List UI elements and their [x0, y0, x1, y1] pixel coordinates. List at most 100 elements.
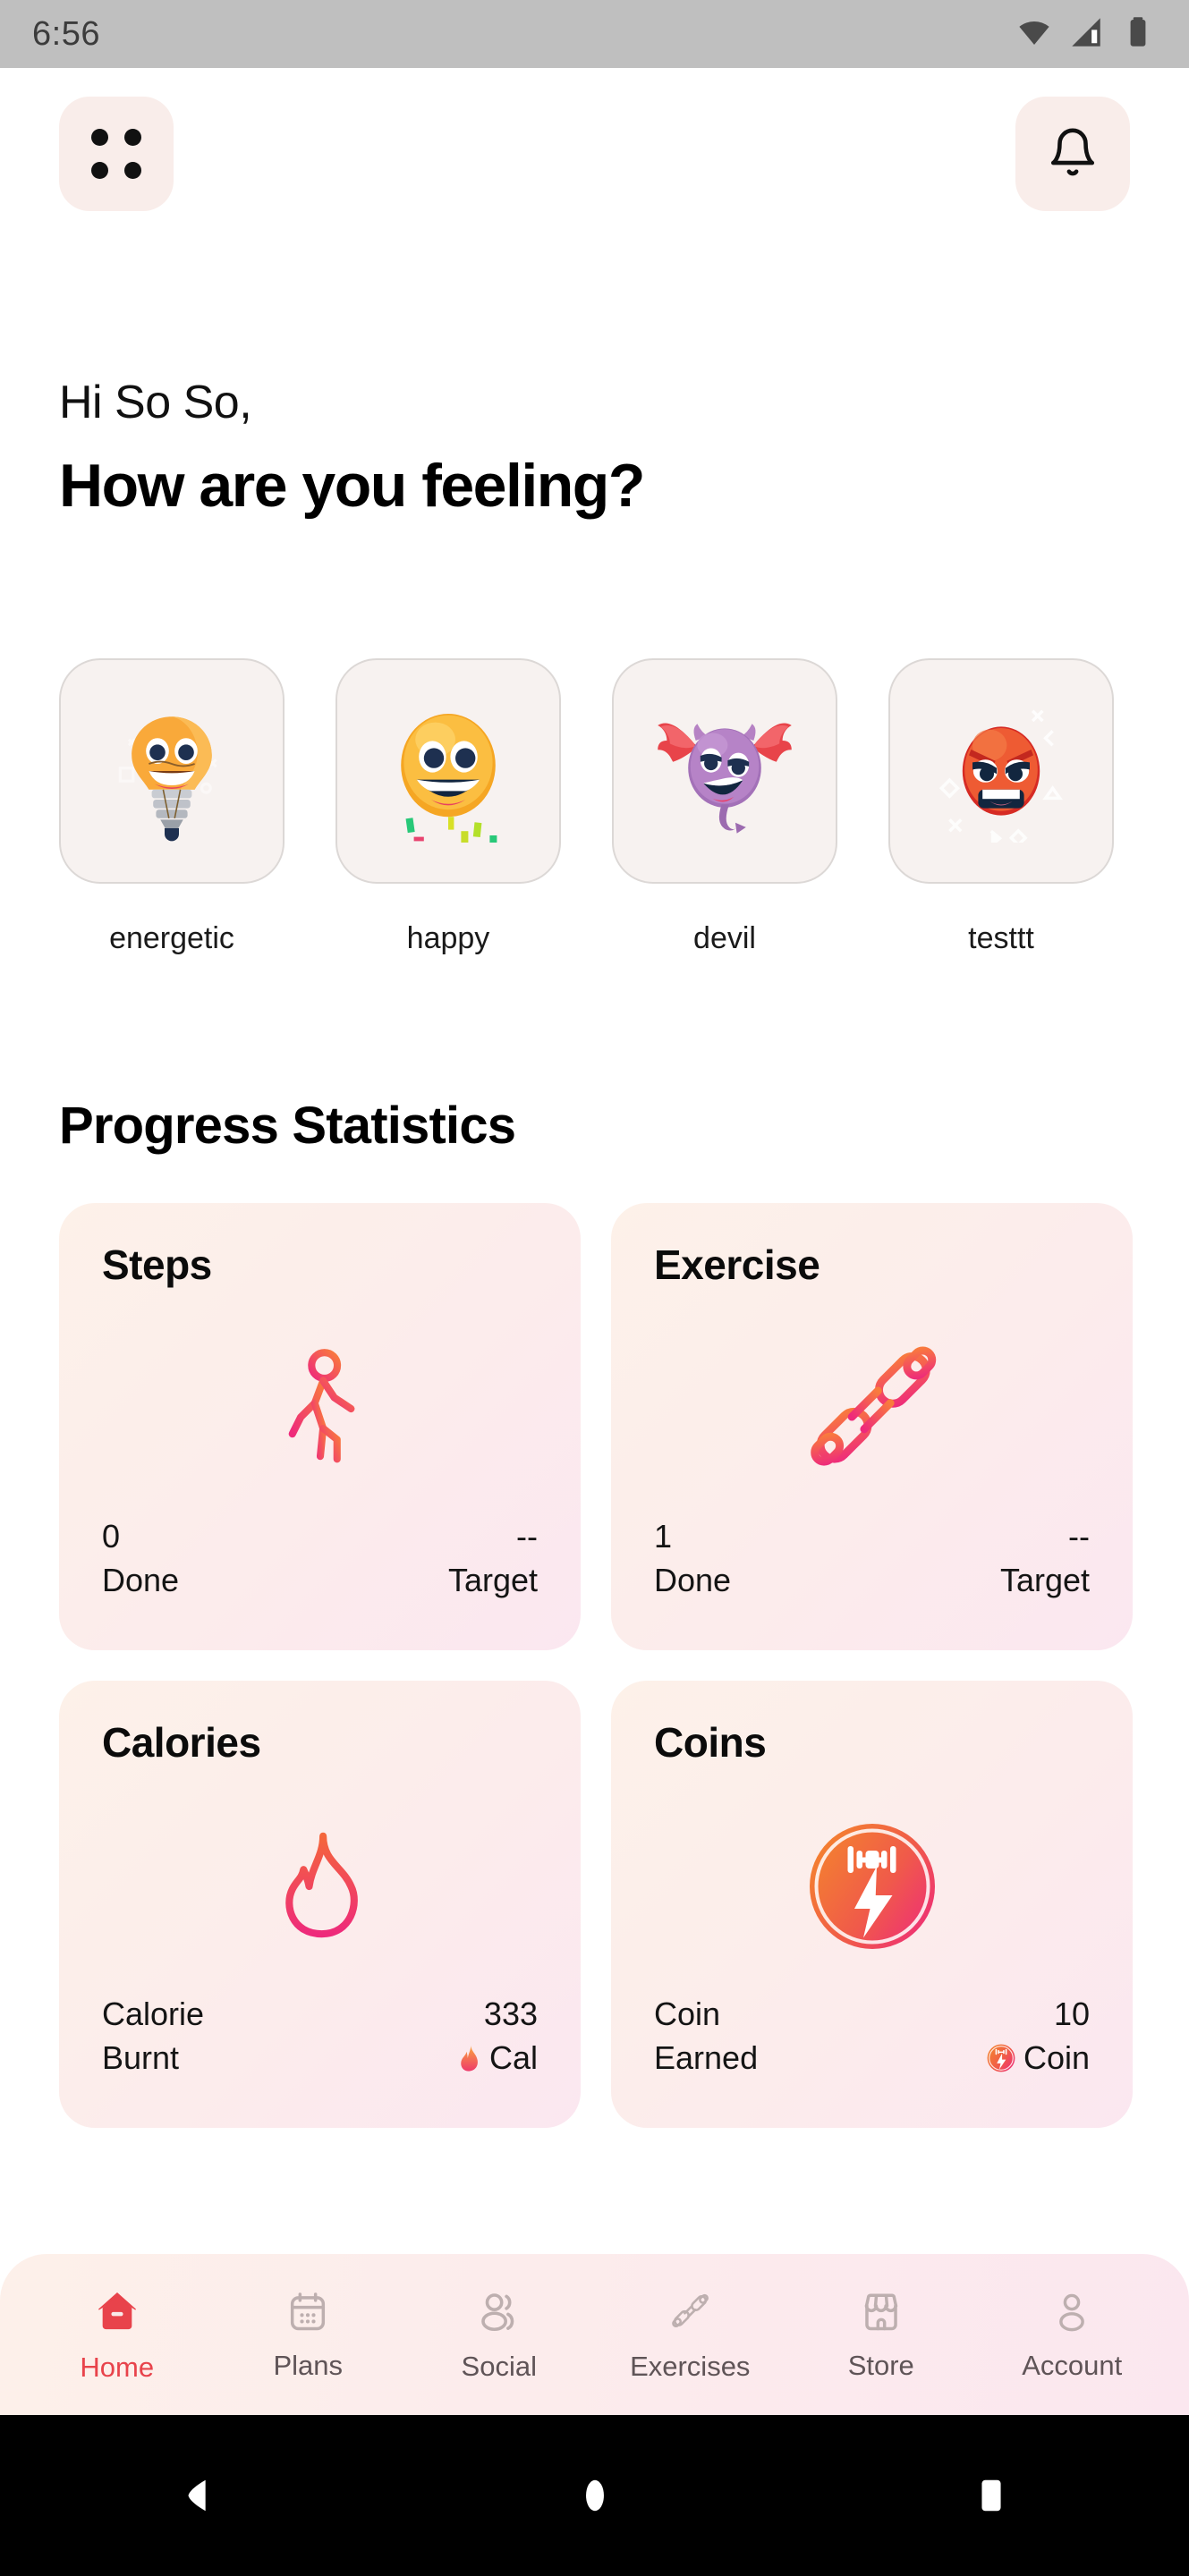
- grid-menu-icon: [91, 129, 141, 179]
- status-bar-icons: [1015, 13, 1157, 55]
- nav-item-store[interactable]: Store: [801, 2288, 962, 2382]
- house-icon: [92, 2286, 142, 2341]
- stat-card-footer: Coin Earned 10 Coin: [654, 1994, 1090, 2078]
- nav-label: Home: [80, 2351, 155, 2383]
- wifi-icon: [1015, 13, 1053, 55]
- stat-right: -- Target: [448, 1516, 538, 1600]
- stat-left: 1 Done: [654, 1516, 731, 1600]
- winged-devil-emoji: [658, 723, 792, 834]
- calendar-icon: [285, 2288, 331, 2339]
- progress-section-title: Progress Statistics: [59, 1097, 516, 1155]
- mood-card[interactable]: [59, 658, 285, 884]
- mood-selector: energetic happy devil testtt: [59, 658, 1133, 956]
- progress-statistics-grid: Steps 0 Done -- Target Exercise 1 Done -…: [59, 1203, 1133, 2128]
- stat-left-value: 1: [654, 1518, 673, 1555]
- greeting-salutation: Hi So So,: [59, 377, 252, 428]
- mood-option-testtt[interactable]: testtt: [888, 658, 1114, 956]
- nav-label: Social: [461, 2350, 537, 2382]
- storefront-icon: [858, 2288, 904, 2339]
- stat-left-label: Done: [102, 1562, 180, 1598]
- recents-icon[interactable]: [951, 2455, 1032, 2536]
- stat-left: Coin Earned: [654, 1994, 758, 2078]
- lightbulb-face-emoji: [118, 716, 217, 842]
- stat-card-coins[interactable]: Coins Coin Earned 10 Coin: [611, 1681, 1133, 2128]
- mood-card[interactable]: [888, 658, 1114, 884]
- stat-card-footer: Calorie Burnt 333 Cal: [102, 1994, 538, 2078]
- mood-label: testtt: [968, 921, 1034, 955]
- nav-label: Plans: [273, 2349, 344, 2381]
- angry-face-emoji: [938, 709, 1064, 843]
- stat-card-title: Coins: [654, 1719, 767, 1766]
- stat-left: 0 Done: [102, 1516, 179, 1600]
- battery-icon: [1119, 13, 1157, 55]
- mood-card[interactable]: [612, 658, 837, 884]
- stat-right-value: --: [1068, 1518, 1090, 1555]
- stat-left-value: Calorie: [102, 1996, 205, 2032]
- nav-label: Exercises: [630, 2350, 751, 2382]
- stat-right-label: Coin: [1023, 2039, 1090, 2076]
- stat-right-label: Target: [999, 1562, 1090, 1598]
- dumbbell-icon: [666, 2287, 714, 2340]
- phone-screen: 6:56 Hi So So, How are you feeling? ener…: [0, 0, 1189, 2576]
- flame-badge-icon: [461, 2044, 478, 2072]
- walking-person-icon: [59, 1319, 581, 1498]
- person-icon: [1049, 2288, 1095, 2339]
- bottom-navigation-bar: Home Plans Social Exercises Store Accoun…: [0, 2254, 1189, 2415]
- mood-label: devil: [693, 921, 756, 955]
- stat-right-label: Cal: [488, 2039, 538, 2076]
- stat-card-footer: 1 Done -- Target: [654, 1516, 1090, 1600]
- nav-item-plans[interactable]: Plans: [227, 2288, 388, 2382]
- stat-right: 333 Cal: [455, 1994, 538, 2078]
- greeting-question: How are you feeling?: [59, 452, 645, 520]
- mood-label: happy: [406, 921, 490, 955]
- coin-lightning-icon: [611, 1797, 1133, 1976]
- stat-left: Calorie Burnt: [102, 1994, 204, 2078]
- mood-label: energetic: [109, 921, 234, 955]
- app-header: [0, 97, 1189, 211]
- stat-right-value: 10: [1053, 1996, 1090, 2032]
- android-status-bar: 6:56: [0, 0, 1189, 68]
- stat-left-value: 0: [102, 1518, 121, 1555]
- stat-card-footer: 0 Done -- Target: [102, 1516, 538, 1600]
- dumbbell-icon: [611, 1319, 1133, 1498]
- stat-left-label: Burnt: [102, 2039, 180, 2076]
- grid-menu-button[interactable]: [59, 97, 174, 211]
- status-bar-clock: 6:56: [32, 14, 100, 53]
- home-icon[interactable]: [555, 2455, 635, 2536]
- nav-item-social[interactable]: Social: [419, 2287, 580, 2383]
- nav-label: Store: [847, 2349, 914, 2381]
- stat-card-title: Exercise: [654, 1241, 820, 1288]
- stat-right-label: Target: [447, 1562, 538, 1598]
- stat-right-value: --: [516, 1518, 538, 1555]
- mood-option-devil[interactable]: devil: [612, 658, 837, 956]
- nav-item-account[interactable]: Account: [991, 2288, 1152, 2382]
- mood-option-energetic[interactable]: energetic: [59, 658, 285, 956]
- mood-card[interactable]: [335, 658, 561, 884]
- stat-card-exercise[interactable]: Exercise 1 Done -- Target: [611, 1203, 1133, 1650]
- cellular-signal-icon: [1067, 13, 1105, 55]
- grinning-face-emoji: [401, 714, 497, 843]
- mood-option-happy[interactable]: happy: [335, 658, 561, 956]
- stat-right: 10 Coin: [986, 1994, 1090, 2078]
- stat-left-value: Coin: [654, 1996, 721, 2032]
- nav-label: Account: [1022, 2349, 1123, 2381]
- stat-right: -- Target: [1000, 1516, 1090, 1600]
- back-icon[interactable]: [158, 2455, 239, 2536]
- stat-card-calories[interactable]: Calories Calorie Burnt 333 Cal: [59, 1681, 581, 2128]
- nav-item-home[interactable]: Home: [37, 2286, 198, 2384]
- stat-left-label: Earned: [654, 2039, 759, 2076]
- android-navigation-bar: [0, 2415, 1189, 2576]
- nav-item-exercises[interactable]: Exercises: [609, 2287, 770, 2383]
- coin-badge-icon: [987, 2044, 1015, 2072]
- notification-button[interactable]: [1015, 97, 1130, 211]
- stat-right-label-row: Coin: [986, 2038, 1090, 2078]
- flame-icon: [59, 1797, 581, 1976]
- bell-icon: [1047, 126, 1099, 182]
- stat-card-title: Steps: [102, 1241, 212, 1288]
- greeting-block: Hi So So, How are you feeling?: [59, 376, 645, 521]
- stat-right-value: 333: [483, 1996, 538, 2032]
- stat-card-steps[interactable]: Steps 0 Done -- Target: [59, 1203, 581, 1650]
- stat-left-label: Done: [654, 1562, 732, 1598]
- stat-right-label-row: Cal: [455, 2038, 538, 2078]
- people-icon: [475, 2287, 523, 2340]
